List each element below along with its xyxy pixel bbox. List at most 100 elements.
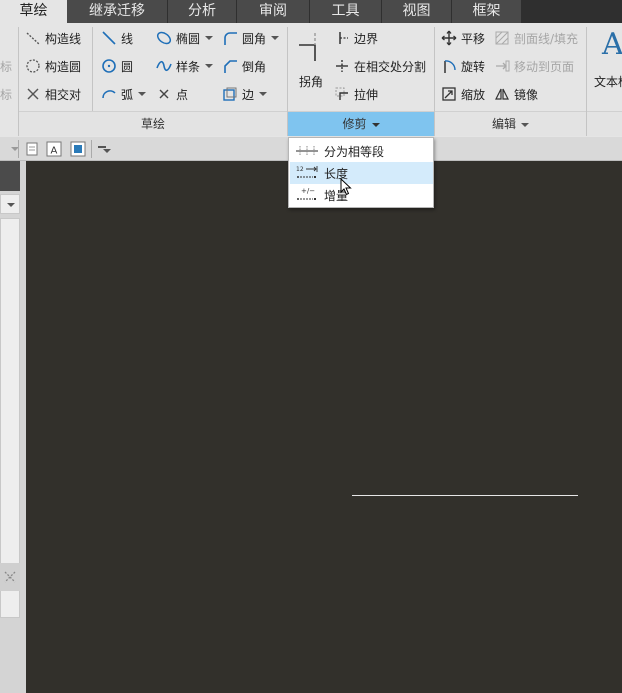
mirror-icon: [494, 86, 510, 102]
svg-text:A: A: [51, 146, 58, 157]
scale-label: 缩放: [461, 87, 486, 102]
construction-line-button[interactable]: 构造线: [25, 27, 81, 49]
sketch-line[interactable]: [352, 495, 578, 496]
ellipse-label: 椭圆: [176, 31, 201, 46]
edge-button[interactable]: 边: [222, 83, 268, 105]
trim-group-label[interactable]: 修剪: [288, 111, 434, 136]
chevron-down-icon[interactable]: [103, 149, 111, 153]
split-at-intersection-button[interactable]: 在相交处分割: [334, 55, 426, 77]
scale-button[interactable]: 缩放: [441, 83, 485, 105]
arc-icon: [101, 86, 117, 102]
circle-button[interactable]: 圆: [101, 55, 133, 77]
boundary-button[interactable]: 边界: [334, 27, 378, 49]
spline-button[interactable]: 样条: [156, 55, 214, 77]
move-to-page-button[interactable]: 移动到页面: [494, 55, 574, 77]
tab-tools[interactable]: 工具: [310, 0, 382, 23]
move-to-page-label: 移动到页面: [514, 59, 575, 74]
circle-icon: [101, 58, 117, 74]
construction-line-label: 构造线: [45, 31, 82, 46]
divide-equal-icon: [294, 142, 320, 160]
rotate-button[interactable]: 旋转: [441, 55, 485, 77]
increment-icon: +/−: [294, 186, 320, 204]
mirror-label: 镜像: [514, 87, 539, 102]
line-label: 线: [121, 31, 134, 46]
corner-label: 拐角: [298, 75, 323, 89]
fillet-button[interactable]: 圆角: [222, 27, 280, 49]
chevron-down-icon[interactable]: [271, 36, 280, 40]
point-button[interactable]: 点: [156, 83, 188, 105]
ellipse-button[interactable]: 椭圆: [156, 27, 214, 49]
chevron-down-icon: [521, 122, 529, 127]
boundary-icon: [334, 30, 350, 46]
text-box-icon: A: [602, 27, 622, 62]
drawing-canvas[interactable]: [26, 161, 622, 693]
divider: [92, 27, 93, 111]
trim-dropdown-menu: 分为相等段 12 长度 +/− 增量: [288, 137, 434, 208]
tab-view[interactable]: 视图: [382, 0, 452, 23]
panel-dropdown[interactable]: [0, 194, 20, 214]
fillet-icon: [222, 30, 238, 46]
cut-off-label-2: 标: [0, 87, 13, 102]
stretch-button[interactable]: 拉伸: [334, 83, 378, 105]
left-panel: [0, 161, 26, 693]
chamfer-button[interactable]: 倒角: [222, 55, 266, 77]
construction-circle-button[interactable]: 构造圆: [25, 55, 81, 77]
menu-item-increment[interactable]: +/− 增量: [290, 184, 433, 206]
menu-item-length[interactable]: 12 长度: [290, 162, 433, 184]
construction-circle-icon: [25, 58, 41, 74]
cut-off-label-1: 标: [0, 59, 13, 74]
chevron-down-icon[interactable]: [205, 36, 214, 40]
chamfer-label: 倒角: [242, 59, 267, 74]
tab-frame[interactable]: 框架: [452, 0, 522, 23]
svg-text:+/−: +/−: [301, 187, 315, 195]
mirror-button[interactable]: 镜像: [494, 83, 538, 105]
trim-group-text: 修剪: [342, 117, 367, 131]
menu-item-label: 分为相等段: [324, 144, 385, 159]
menu-item-divide-equal[interactable]: 分为相等段: [290, 140, 433, 162]
cut-off-item-2[interactable]: 标: [0, 83, 12, 105]
translate-button[interactable]: 平移: [441, 27, 485, 49]
corner-button[interactable]: 拐角: [292, 27, 330, 107]
document-icon[interactable]: [24, 141, 40, 157]
text-style-icon[interactable]: A: [46, 141, 62, 157]
section-fill-button[interactable]: 剖面线/填充: [494, 27, 578, 49]
intersection-button[interactable]: 相交对: [25, 83, 81, 105]
chamfer-icon: [222, 58, 238, 74]
ellipse-icon: [156, 30, 172, 46]
intersection-icon: [25, 86, 41, 102]
move-page-icon: [494, 58, 510, 74]
cut-off-item-1[interactable]: 标: [0, 55, 12, 77]
chevron-down-icon[interactable]: [138, 92, 147, 96]
construction-line-icon: [25, 30, 41, 46]
fill-color-icon[interactable]: [70, 141, 86, 157]
split-label: 在相交处分割: [354, 59, 427, 74]
text-box-button[interactable]: A 文本框: [590, 27, 622, 107]
construction-circle-label: 构造圆: [45, 59, 82, 74]
tab-analysis[interactable]: 分析: [168, 0, 237, 23]
ribbon-tab-bar: 草绘 继承迁移 分析 审阅 工具 视图 框架: [0, 0, 622, 23]
sketch-group-label[interactable]: 草绘: [19, 111, 287, 136]
point-label: 点: [176, 87, 189, 102]
tab-review[interactable]: 审阅: [237, 0, 310, 23]
chevron-down-icon[interactable]: [259, 92, 268, 96]
tab-inherit-migrate[interactable]: 继承迁移: [67, 0, 168, 23]
divider: [91, 140, 92, 158]
panel-list[interactable]: [0, 218, 20, 618]
customize-icon[interactable]: [98, 146, 106, 148]
rotate-label: 旋转: [461, 59, 486, 74]
boundary-label: 边界: [354, 31, 379, 46]
tab-sketch[interactable]: 草绘: [0, 0, 67, 23]
stretch-icon: [334, 86, 350, 102]
fillet-label: 圆角: [242, 31, 267, 46]
arc-button[interactable]: 弧: [101, 83, 147, 105]
rotate-icon: [441, 58, 457, 74]
chevron-down-icon: [7, 203, 15, 207]
chevron-down-icon[interactable]: [205, 64, 214, 68]
edge-label: 边: [242, 87, 255, 102]
edit-group-label[interactable]: 编辑: [435, 111, 586, 136]
line-button[interactable]: 线: [101, 27, 133, 49]
spline-icon: [156, 58, 172, 74]
panel-tool-icon[interactable]: [0, 563, 20, 591]
spline-label: 样条: [176, 59, 201, 74]
move-arrows-icon: [441, 30, 457, 46]
